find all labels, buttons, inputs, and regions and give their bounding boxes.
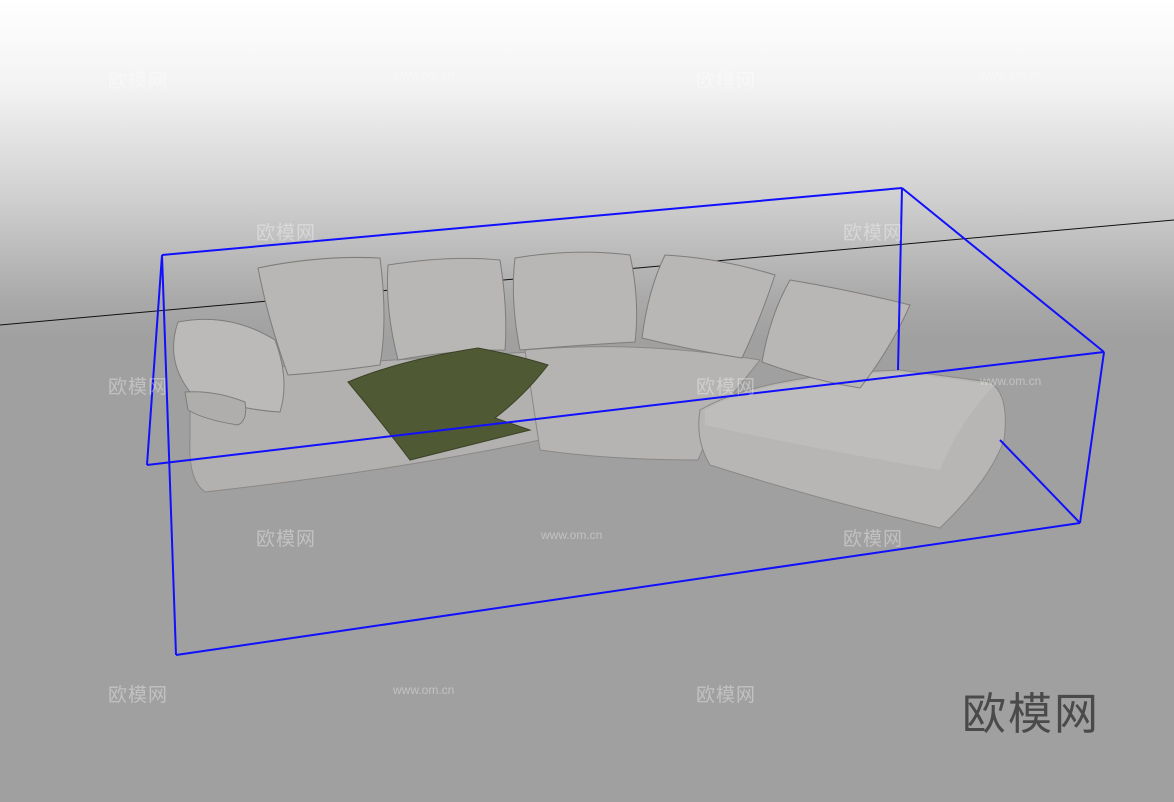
watermark: 欧模网 bbox=[843, 222, 904, 244]
watermark: 欧模网 bbox=[696, 376, 757, 398]
back-cushion-4 bbox=[641, 254, 776, 359]
watermark-url: www.om.cn bbox=[980, 68, 1042, 82]
watermark: 欧模网 bbox=[256, 222, 317, 244]
site-logo: 欧模网 bbox=[962, 689, 1100, 740]
back-cushion-2 bbox=[386, 257, 507, 361]
watermark: 欧模网 bbox=[843, 528, 904, 550]
watermark: 欧模网 bbox=[256, 528, 317, 550]
watermark-url: www.om.cn bbox=[980, 374, 1042, 388]
watermark: 欧模网 bbox=[108, 684, 169, 706]
watermark: 欧模网 bbox=[696, 684, 757, 706]
watermark-url: www.om.cn bbox=[393, 68, 455, 82]
sofa-model[interactable] bbox=[173, 251, 1006, 529]
watermark: 欧模网 bbox=[696, 70, 757, 92]
watermark: 欧模网 bbox=[108, 70, 169, 92]
back-cushion-3 bbox=[512, 251, 638, 351]
watermark-url: www.om.cn bbox=[541, 528, 603, 542]
watermark-url: www.om.cn bbox=[393, 683, 455, 697]
watermark: 欧模网 bbox=[108, 376, 169, 398]
